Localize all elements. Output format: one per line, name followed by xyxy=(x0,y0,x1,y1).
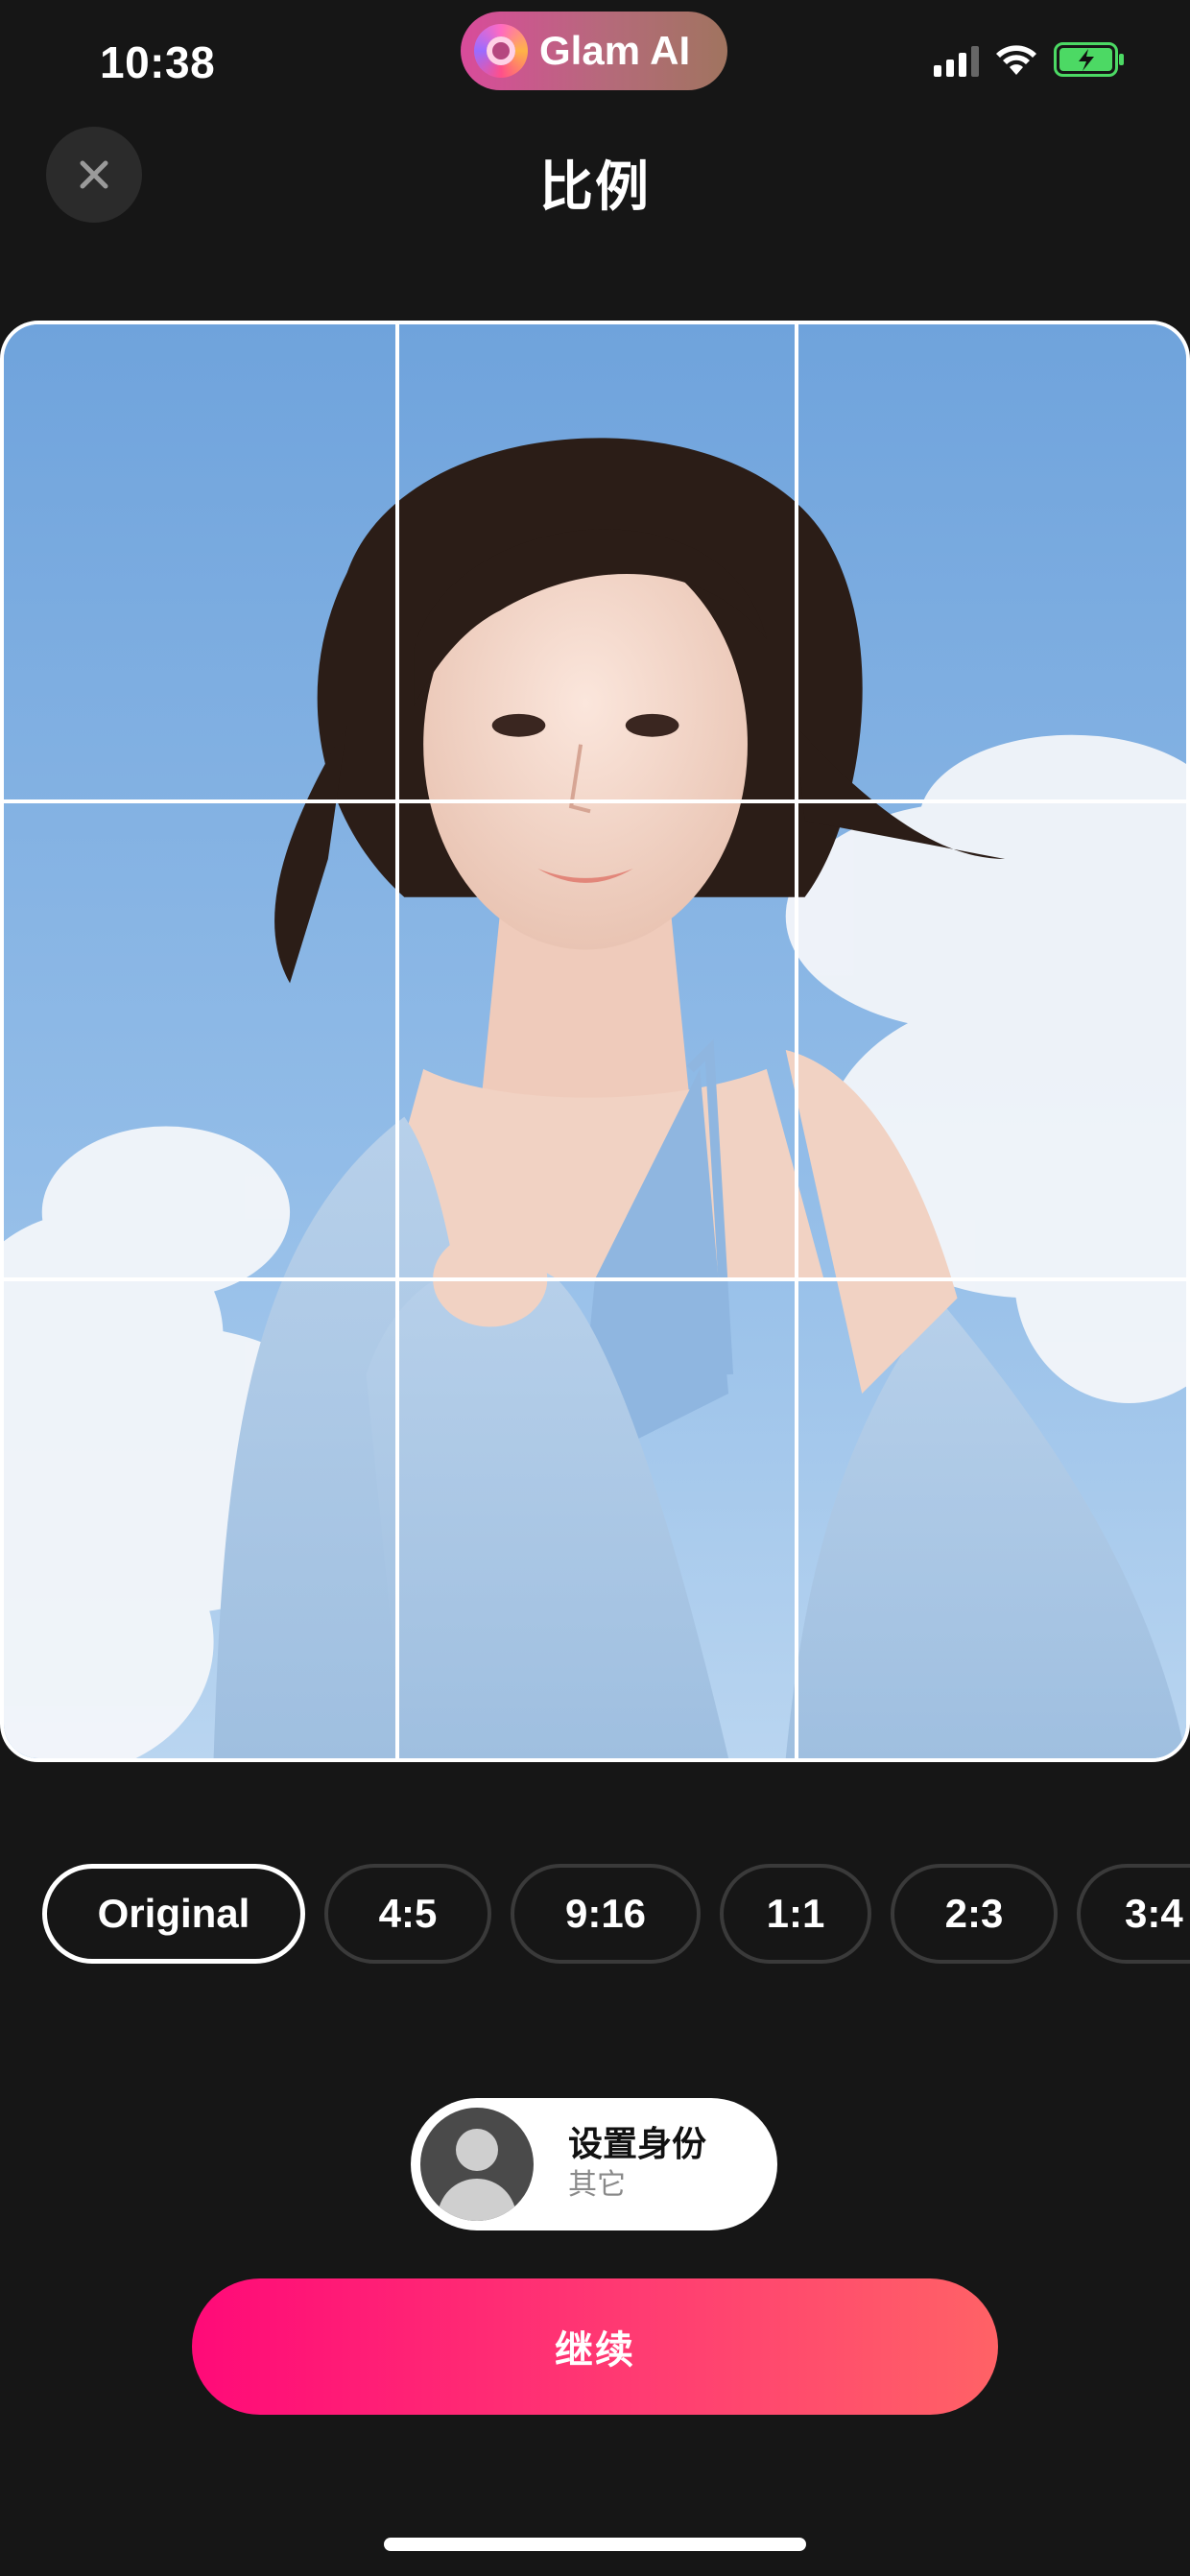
ratio-option-4-5[interactable]: 4:5 xyxy=(324,1864,491,1964)
identity-text: 设置身份 其它 xyxy=(568,2124,706,2205)
grid-line-horizontal-1 xyxy=(4,799,1186,803)
page-title: 比例 xyxy=(539,156,651,219)
ratio-option-2-3[interactable]: 2:3 xyxy=(891,1864,1058,1964)
identity-title: 设置身份 xyxy=(568,2125,707,2164)
home-indicator[interactable] xyxy=(384,2538,806,2551)
battery-charging-icon xyxy=(1054,42,1124,77)
set-identity-button[interactable]: 设置身份 其它 xyxy=(411,2098,777,2230)
cellular-signal-icon xyxy=(934,44,979,77)
ratio-option-1-1[interactable]: 1:1 xyxy=(720,1864,871,1964)
ratio-option-original[interactable]: Original xyxy=(42,1864,305,1964)
ratio-option-9-16[interactable]: 9:16 xyxy=(511,1864,701,1964)
grid-line-vertical-1 xyxy=(395,324,399,1758)
ratio-option-3-4[interactable]: 3:4 xyxy=(1077,1864,1190,1964)
continue-button[interactable]: 继续 xyxy=(192,2278,998,2415)
wifi-icon xyxy=(996,45,1036,75)
grid-line-horizontal-2 xyxy=(4,1277,1186,1281)
grid-line-vertical-2 xyxy=(795,324,798,1758)
ratio-options: Original 4:5 9:16 1:1 2:3 3:4 xyxy=(42,1864,1190,1964)
identity-subtitle: 其它 xyxy=(568,2168,626,2202)
glam-ai-logo-icon xyxy=(474,24,528,78)
status-icons xyxy=(934,42,1127,77)
aspect-ratio-screen: 10:38 Glam AI 比例 Original 4:5 9:16 1:1 2… xyxy=(0,0,1190,2576)
default-avatar-icon xyxy=(420,2108,534,2221)
crop-frame[interactable] xyxy=(0,321,1190,1762)
status-time: 10:38 xyxy=(100,37,216,87)
app-pill[interactable]: Glam AI xyxy=(461,12,727,90)
portrait-photo xyxy=(4,324,1186,1758)
app-pill-title: Glam AI xyxy=(539,28,691,73)
